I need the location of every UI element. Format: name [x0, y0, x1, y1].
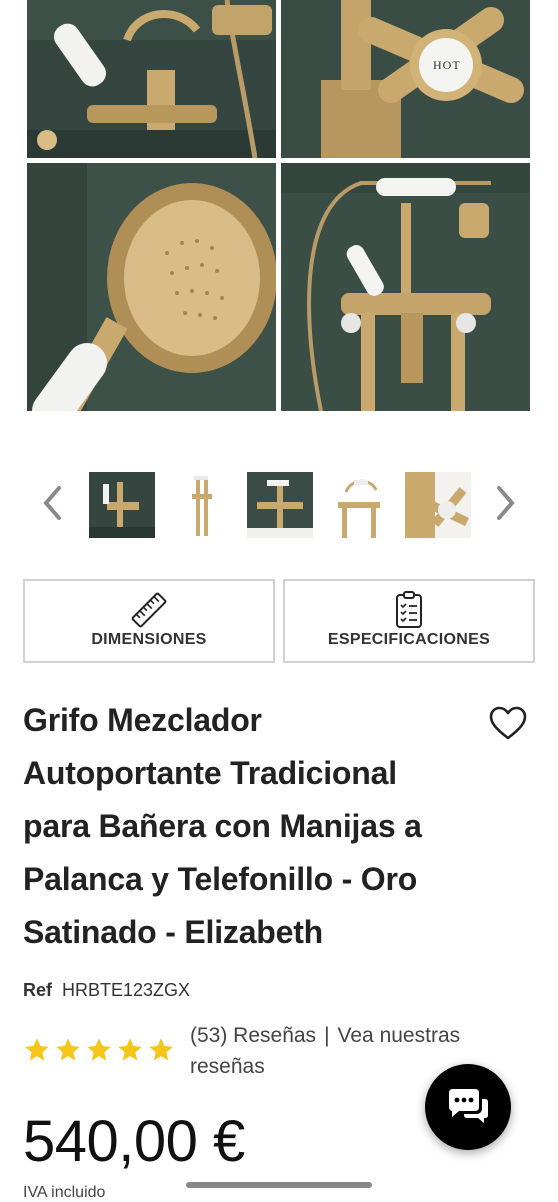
clipboard-checklist-icon [396, 591, 422, 628]
add-to-wishlist-button[interactable] [488, 704, 528, 744]
gallery-image-hot-handle[interactable]: HOT [281, 0, 530, 158]
gallery-image-shower-head[interactable] [27, 163, 276, 411]
thumbnail-2[interactable] [168, 472, 234, 538]
reviews-count[interactable]: (53) Reseñas [190, 1024, 316, 1047]
reviews-separator: | [324, 1024, 330, 1047]
star-icon [118, 1038, 142, 1061]
home-indicator [186, 1182, 372, 1188]
thumbnail-1[interactable] [89, 472, 155, 538]
heart-icon [489, 706, 527, 740]
dimensions-label: DIMENSIONES [91, 631, 207, 648]
chevron-left-icon [43, 486, 61, 520]
thumbnail-4[interactable] [326, 472, 392, 538]
product-reference: Ref HRBTE123ZGX [23, 980, 190, 1001]
ref-value: HRBTE123ZGX [62, 980, 191, 1000]
specifications-label: ESPECIFICACIONES [327, 631, 491, 648]
carousel-prev-button[interactable] [34, 483, 70, 523]
star-icon [149, 1038, 173, 1061]
chat-bubbles-icon [449, 1089, 488, 1123]
ref-label: Ref [23, 980, 53, 1000]
chevron-right-icon [497, 486, 515, 520]
gallery-image-mixer-handle[interactable] [27, 0, 276, 158]
gallery-image-freestanding-mixer[interactable] [281, 163, 530, 411]
thumbnail-3[interactable] [247, 472, 313, 538]
hot-label: HOT [433, 58, 461, 72]
vat-note: IVA incluido [23, 1184, 106, 1201]
thumbnail-5[interactable] [405, 472, 471, 538]
star-icon [25, 1038, 49, 1061]
product-title: Grifo Mezclador Autoportante Tradicional… [23, 702, 422, 950]
product-price: 540,00 € [23, 1109, 245, 1174]
product-image-gallery: HOT [0, 0, 558, 430]
thumbnail-carousel [0, 465, 558, 545]
dimensions-button[interactable]: DIMENSIONES [23, 579, 275, 663]
chat-button[interactable] [425, 1064, 511, 1150]
specifications-button[interactable]: ESPECIFICACIONES [283, 579, 535, 663]
star-icon [56, 1038, 80, 1061]
ruler-icon [131, 592, 167, 628]
carousel-next-button[interactable] [488, 483, 524, 523]
star-rating[interactable] [23, 1036, 178, 1068]
star-icon [87, 1038, 111, 1061]
